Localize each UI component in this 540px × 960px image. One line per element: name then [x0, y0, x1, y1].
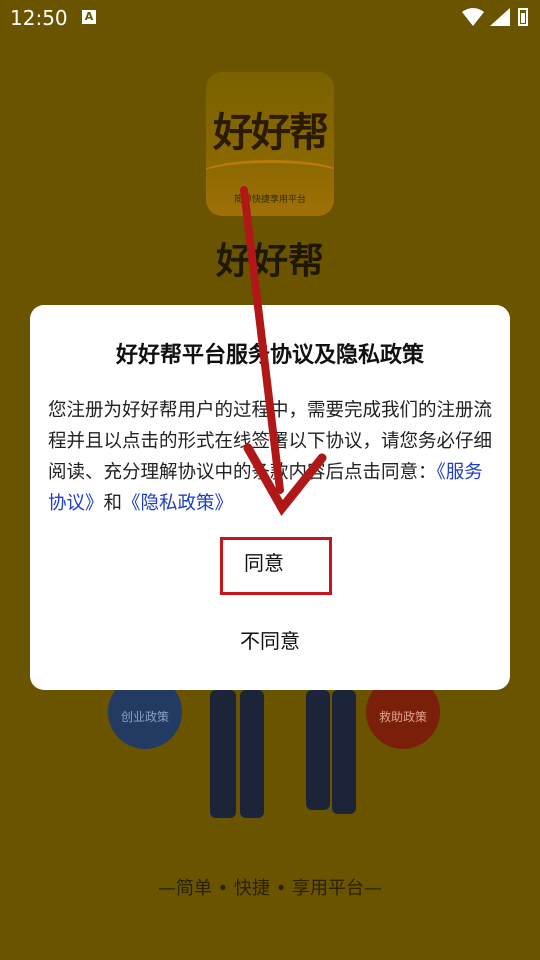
logo-wave	[206, 160, 334, 193]
dialog-body: 您注册为好好帮用户的过程中，需要完成我们的注册流程并且以点击的形式在线签署以下协…	[48, 395, 494, 519]
privacy-policy-link[interactable]: 《隐私政策》	[122, 493, 233, 514]
wifi-icon	[462, 8, 484, 26]
status-time: 12:50	[10, 6, 68, 30]
disagree-button[interactable]: 不同意	[190, 621, 350, 661]
dialog-title: 好好帮平台服务协议及隐私政策	[115, 343, 424, 368]
agreement-dialog: 好好帮平台服务协议及隐私政策 您注册为好好帮用户的过程中，需要完成我们的注册流程…	[30, 305, 510, 690]
conjunction-text: 和	[103, 493, 123, 514]
notification-icon: A	[82, 10, 96, 24]
signal-icon	[490, 8, 510, 26]
logo-text: 好好帮	[213, 110, 329, 156]
agree-button[interactable]: 同意	[220, 537, 332, 595]
battery-icon	[518, 8, 528, 26]
dialog-body-text: 您注册为好好帮用户的过程中，需要完成我们的注册流程并且以点击的形式在线签署以下协…	[48, 400, 493, 483]
tagline: —简单 • 快捷 • 享用平台—	[157, 878, 383, 899]
agree-label: 同意	[244, 551, 284, 575]
logo-subtitle: 简单快捷享用平台	[233, 195, 306, 205]
status-bar: 12:50 A	[0, 0, 540, 36]
app-logo: 好好帮 简单快捷享用平台	[206, 72, 334, 216]
app-name: 好好帮	[215, 241, 324, 282]
